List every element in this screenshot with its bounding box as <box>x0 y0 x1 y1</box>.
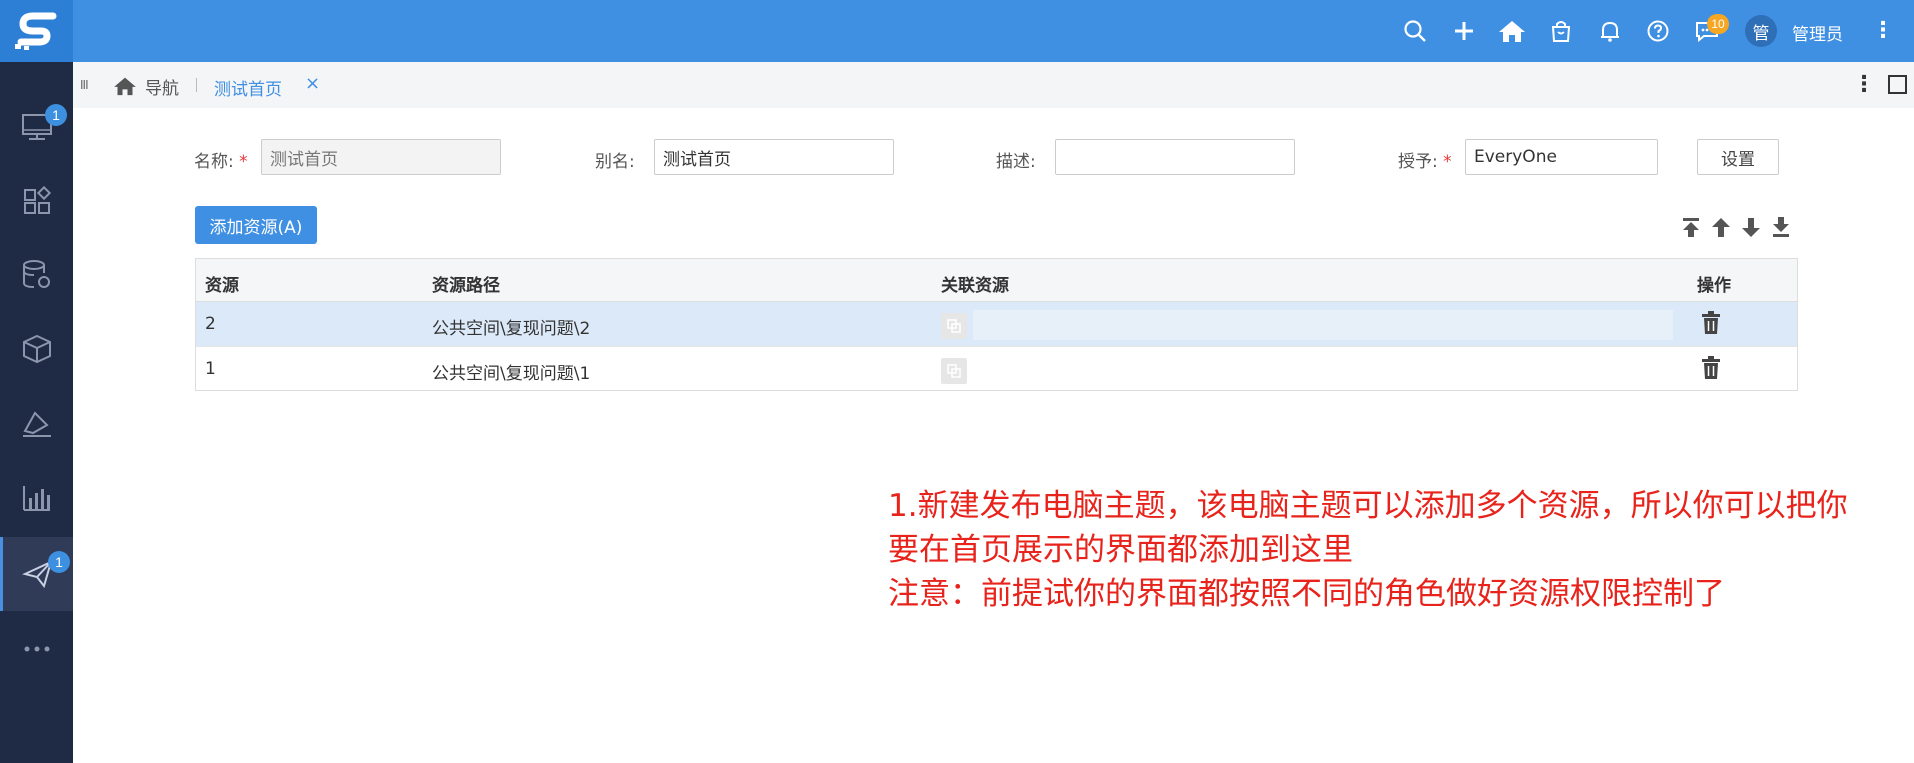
bag-icon <box>1551 21 1571 42</box>
column-header: 资源 <box>205 276 239 296</box>
username[interactable]: 管理员 <box>1792 20 1843 45</box>
move-down-icon[interactable] <box>1741 216 1761 238</box>
sidebar-item-more[interactable] <box>0 612 73 686</box>
copy-icon <box>947 319 961 333</box>
setting-button[interactable]: 设置 <box>1697 139 1779 175</box>
sidebar-item-analysis[interactable] <box>0 460 73 534</box>
table-row[interactable]: 1 公共空间\复现问题\1 <box>196 347 1797 392</box>
move-bottom-icon[interactable] <box>1771 216 1791 238</box>
sidebar-item-cube[interactable] <box>0 312 73 386</box>
maximize-icon[interactable] <box>1888 75 1907 94</box>
resource-cell: 1 <box>205 359 216 379</box>
path-cell: 公共空间\复现问题\2 <box>432 319 591 339</box>
more-menu-icon[interactable]: ⋮ <box>1872 18 1894 43</box>
table-row[interactable]: 2 公共空间\复现问题\2 <box>196 302 1797 347</box>
annotation-line: 要在首页展示的界面都添加到这里 <box>888 532 1353 568</box>
sidebar-badge: 1 <box>45 104 67 126</box>
app-window: 1 1 10 管 管理员 ⋮ III 导航 测试首页 × ⋮ 名称: * 测试首… <box>0 0 1914 763</box>
grant-label: 授予: * <box>1398 152 1452 172</box>
table-header: 资源 资源路径 关联资源 操作 <box>196 259 1797 302</box>
shop-button[interactable] <box>1547 17 1575 45</box>
sidebar-item-design[interactable] <box>0 386 73 460</box>
link-resource-button[interactable] <box>941 313 967 339</box>
column-header: 操作 <box>1697 276 1731 296</box>
name-label: 名称: * <box>194 152 248 172</box>
sidebar-item-widgets[interactable] <box>0 164 73 238</box>
grant-field[interactable] <box>1465 139 1658 175</box>
app-logo[interactable] <box>0 0 73 62</box>
description-field[interactable] <box>1055 139 1295 175</box>
tab-divider <box>196 78 197 92</box>
message-badge: 10 <box>1707 14 1729 34</box>
name-field[interactable] <box>261 139 501 175</box>
home-icon <box>1499 21 1525 42</box>
logo-icon <box>14 12 56 50</box>
home-button[interactable] <box>1498 17 1526 45</box>
sidebar: 1 1 <box>0 0 73 763</box>
related-resource-field[interactable] <box>973 310 1673 340</box>
pen-icon <box>22 411 51 437</box>
bell-icon <box>1601 21 1619 42</box>
tab-handle-icon[interactable]: III <box>80 78 89 92</box>
help-button[interactable] <box>1644 17 1672 45</box>
resource-cell: 2 <box>205 314 216 334</box>
sidebar-item-data[interactable] <box>0 238 73 312</box>
plus-icon <box>1455 22 1473 40</box>
tab-more-icon[interactable]: ⋮ <box>1853 72 1875 97</box>
notification-button[interactable] <box>1596 17 1624 45</box>
tab-home-label: 导航 <box>145 78 179 99</box>
annotation-line: 1.新建发布电脑主题，该电脑主题可以添加多个资源，所以你可以把你 <box>888 488 1848 524</box>
widgets-icon <box>23 186 51 214</box>
more-icon <box>24 646 49 652</box>
move-up-icon[interactable] <box>1711 216 1731 238</box>
avatar[interactable]: 管 <box>1745 15 1777 47</box>
tab-active[interactable]: 测试首页 <box>214 75 282 100</box>
bar-chart-icon <box>22 486 50 511</box>
column-header: 关联资源 <box>941 276 1009 296</box>
sidebar-item-monitor[interactable]: 1 <box>0 90 73 164</box>
sidebar-badge: 1 <box>48 551 70 573</box>
add-button[interactable] <box>1450 17 1478 45</box>
move-top-icon[interactable] <box>1681 216 1701 238</box>
tab-bar <box>73 62 1914 108</box>
annotation-text: 1.新建发布电脑主题，该电脑主题可以添加多个资源，所以你可以把你 要在首页展示的… <box>888 484 1898 616</box>
copy-icon <box>947 364 961 378</box>
delete-icon[interactable] <box>1701 356 1721 380</box>
cube-icon <box>22 334 51 364</box>
path-cell: 公共空间\复现问题\1 <box>432 364 591 384</box>
link-resource-button[interactable] <box>941 358 967 384</box>
home-icon <box>114 77 136 96</box>
alias-field[interactable] <box>654 139 894 175</box>
description-label: 描述: <box>996 152 1036 172</box>
search-icon <box>1404 20 1426 42</box>
sort-controls <box>1681 216 1791 238</box>
sidebar-item-publish[interactable]: 1 <box>0 537 73 611</box>
tab-close-icon[interactable]: × <box>305 73 320 94</box>
search-button[interactable] <box>1401 17 1429 45</box>
top-bar <box>73 0 1914 62</box>
alias-label: 别名: <box>595 152 635 172</box>
tab-home[interactable]: 导航 <box>113 74 179 99</box>
help-icon <box>1647 20 1669 42</box>
delete-icon[interactable] <box>1701 311 1721 335</box>
database-gear-icon <box>22 260 50 288</box>
add-resource-button[interactable]: 添加资源(A) <box>195 206 317 244</box>
annotation-line: 注意：前提试你的界面都按照不同的角色做好资源权限控制了 <box>888 576 1725 612</box>
resource-table: 资源 资源路径 关联资源 操作 2 公共空间\复现问题\2 1 公共空间\复现问… <box>195 258 1798 391</box>
column-header: 资源路径 <box>432 276 500 296</box>
